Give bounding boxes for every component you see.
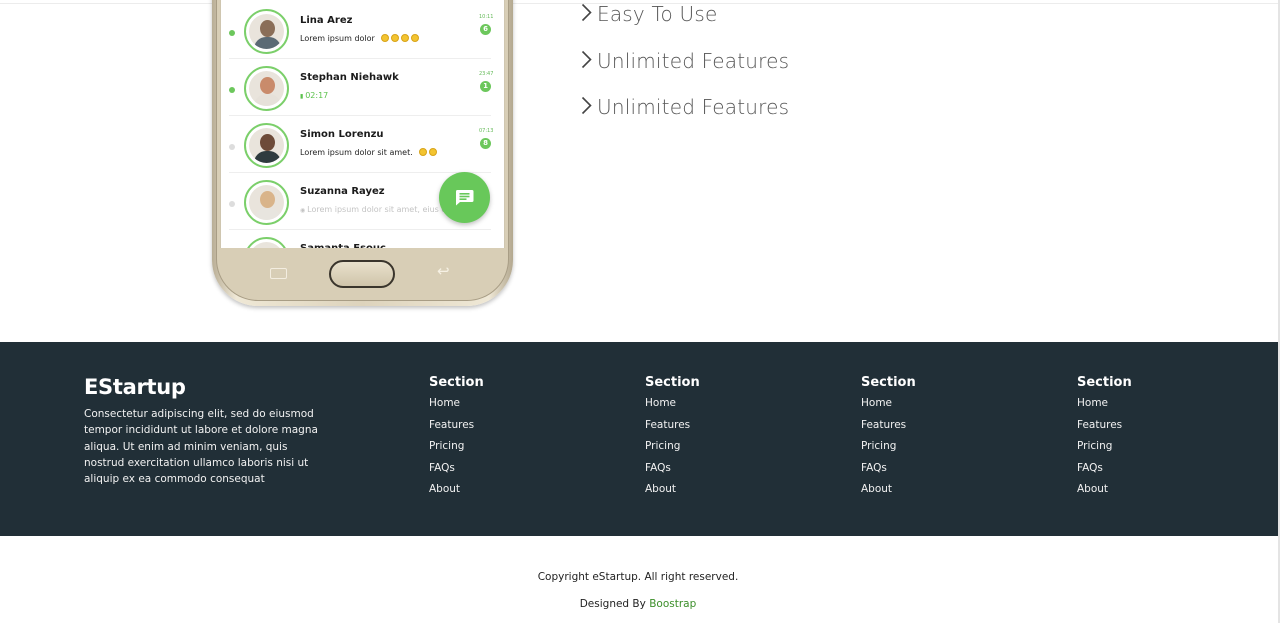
- footer-link-home[interactable]: Home: [645, 397, 795, 419]
- footer-link-features[interactable]: Features: [861, 419, 1011, 441]
- footer-link-features[interactable]: Features: [429, 419, 579, 441]
- footer-column: Section Home Features Pricing FAQs About: [645, 375, 795, 505]
- chat-contact-name: Samanta Esouc: [300, 243, 386, 248]
- copyright-bar: Copyright eStartup. All right reserved. …: [0, 536, 1280, 623]
- chat-message-text: Lorem ipsum dolor sit amet.: [300, 148, 413, 157]
- chevron-right-icon: [581, 49, 595, 73]
- chevron-right-icon: [581, 2, 595, 26]
- chat-contact-name: Lina Arez: [300, 15, 353, 26]
- footer-column: Section Home Features Pricing FAQs About: [861, 375, 1011, 505]
- feature-label: Easy To Use: [597, 2, 718, 26]
- phone-mockup: Lina Arez Lorem ipsum dolor 10:11 6 Stephan …: [212, 0, 513, 308]
- features-section: Lina Arez Lorem ipsum dolor 10:11 6 Stephan …: [0, 0, 1280, 342]
- footer-column: Section Home Features Pricing FAQs About: [429, 375, 579, 505]
- chat-message-preview: Lorem ipsum dolor sit amet.: [300, 148, 437, 157]
- emoji-icon: [390, 34, 399, 42]
- footer-link-about[interactable]: About: [1077, 483, 1227, 505]
- chat-list-item[interactable]: Stephan Niehawk ▮ 02:17 23:47 1: [229, 59, 494, 116]
- feature-item: Unlimited Features: [581, 95, 789, 119]
- footer-link-about[interactable]: About: [861, 483, 1011, 505]
- chat-time: 23:47: [479, 71, 494, 77]
- footer-link-faqs[interactable]: FAQs: [645, 462, 795, 484]
- footer-column-title: Section: [429, 375, 484, 390]
- phone-screen: Lina Arez Lorem ipsum dolor 10:11 6 Stephan …: [220, 0, 505, 248]
- presence-dot: [229, 144, 235, 150]
- feature-item: Unlimited Features: [581, 49, 789, 73]
- chat-message-preview: ▮ 02:17: [300, 91, 328, 100]
- chat-message-preview: ◉ Lorem ipsum dolor sit amet, eius el: [300, 205, 449, 214]
- footer-link-home[interactable]: Home: [861, 397, 1011, 419]
- footer-link-about[interactable]: About: [429, 483, 579, 505]
- chat-list-item[interactable]: Simon Lorenzu Lorem ipsum dolor sit amet.…: [229, 116, 494, 173]
- footer-column-title: Section: [861, 375, 916, 390]
- chat-message-preview: Lorem ipsum dolor: [300, 34, 419, 43]
- unread-count-badge: 8: [480, 138, 491, 149]
- new-message-button[interactable]: [439, 172, 490, 223]
- unread-count-badge: 1: [480, 81, 491, 92]
- avatar: [244, 237, 289, 248]
- footer-link-faqs[interactable]: FAQs: [861, 462, 1011, 484]
- emoji-icon: [380, 34, 389, 42]
- avatar: [244, 123, 289, 168]
- feature-label: Unlimited Features: [597, 48, 790, 73]
- credit-link[interactable]: Boostrap: [649, 598, 696, 610]
- footer-brand[interactable]: EStartup: [84, 375, 186, 399]
- footer-link-pricing[interactable]: Pricing: [861, 440, 1011, 462]
- emoji-icon: [418, 148, 427, 156]
- footer-link-features[interactable]: Features: [1077, 419, 1227, 441]
- footer-link-list: Home Features Pricing FAQs About: [861, 397, 1011, 505]
- back-arrow-icon: ↩: [437, 262, 450, 280]
- avatar: [244, 180, 289, 225]
- footer-link-list: Home Features Pricing FAQs About: [429, 397, 579, 505]
- chat-message-text: Lorem ipsum dolor: [300, 34, 375, 43]
- chat-time: 07:13: [479, 128, 494, 134]
- presence-dot: [229, 87, 235, 93]
- message-icon: [455, 190, 474, 206]
- chevron-right-icon: [581, 95, 595, 119]
- emoji-icon: [400, 34, 409, 42]
- footer-link-pricing[interactable]: Pricing: [429, 440, 579, 462]
- footer-link-home[interactable]: Home: [429, 397, 579, 419]
- footer-link-pricing[interactable]: Pricing: [645, 440, 795, 462]
- footer-link-about[interactable]: About: [645, 483, 795, 505]
- chat-list-item[interactable]: Samanta Esouc: [229, 230, 491, 248]
- footer-link-features[interactable]: Features: [645, 419, 795, 441]
- emoji-icon: [410, 34, 419, 42]
- chat-list-item[interactable]: Lina Arez Lorem ipsum dolor 10:11 6: [229, 2, 494, 59]
- recent-apps-icon: [270, 268, 287, 279]
- footer: EStartup Consectetur adipiscing elit, se…: [0, 342, 1278, 536]
- chat-contact-name: Simon Lorenzu: [300, 129, 384, 140]
- copyright-text: Copyright eStartup. All right reserved.: [537, 571, 739, 583]
- footer-link-faqs[interactable]: FAQs: [1077, 462, 1227, 484]
- chat-contact-name: Suzanna Rayez: [300, 186, 385, 197]
- emoji-icon: [428, 148, 437, 156]
- presence-dot: [229, 30, 235, 36]
- footer-column-title: Section: [1077, 375, 1132, 390]
- avatar: [244, 9, 289, 54]
- footer-link-list: Home Features Pricing FAQs About: [645, 397, 795, 505]
- designer-credit: Designed By Boostrap: [0, 598, 1276, 610]
- presence-dot: [229, 201, 235, 207]
- footer-description: Consectetur adipiscing elit, sed do eius…: [84, 408, 318, 486]
- footer-column-title: Section: [645, 375, 700, 390]
- footer-link-faqs[interactable]: FAQs: [429, 462, 579, 484]
- footer-link-pricing[interactable]: Pricing: [1077, 440, 1227, 462]
- chat-contact-name: Stephan Niehawk: [300, 72, 399, 83]
- phone-home-button: [329, 260, 395, 288]
- avatar: [244, 66, 289, 111]
- chat-message-text: 02:17: [305, 91, 329, 100]
- feature-item: Easy To Use: [581, 2, 717, 26]
- chat-message-text: Lorem ipsum dolor sit amet, eius el: [307, 205, 449, 214]
- footer-link-list: Home Features Pricing FAQs About: [1077, 397, 1227, 505]
- footer-column: Section Home Features Pricing FAQs About: [1077, 375, 1227, 505]
- unread-count-badge: 6: [480, 24, 491, 35]
- chat-time: 10:11: [479, 14, 494, 20]
- credit-prefix: Designed By: [579, 598, 646, 610]
- feature-label: Unlimited Features: [597, 95, 790, 119]
- footer-link-home[interactable]: Home: [1077, 397, 1227, 419]
